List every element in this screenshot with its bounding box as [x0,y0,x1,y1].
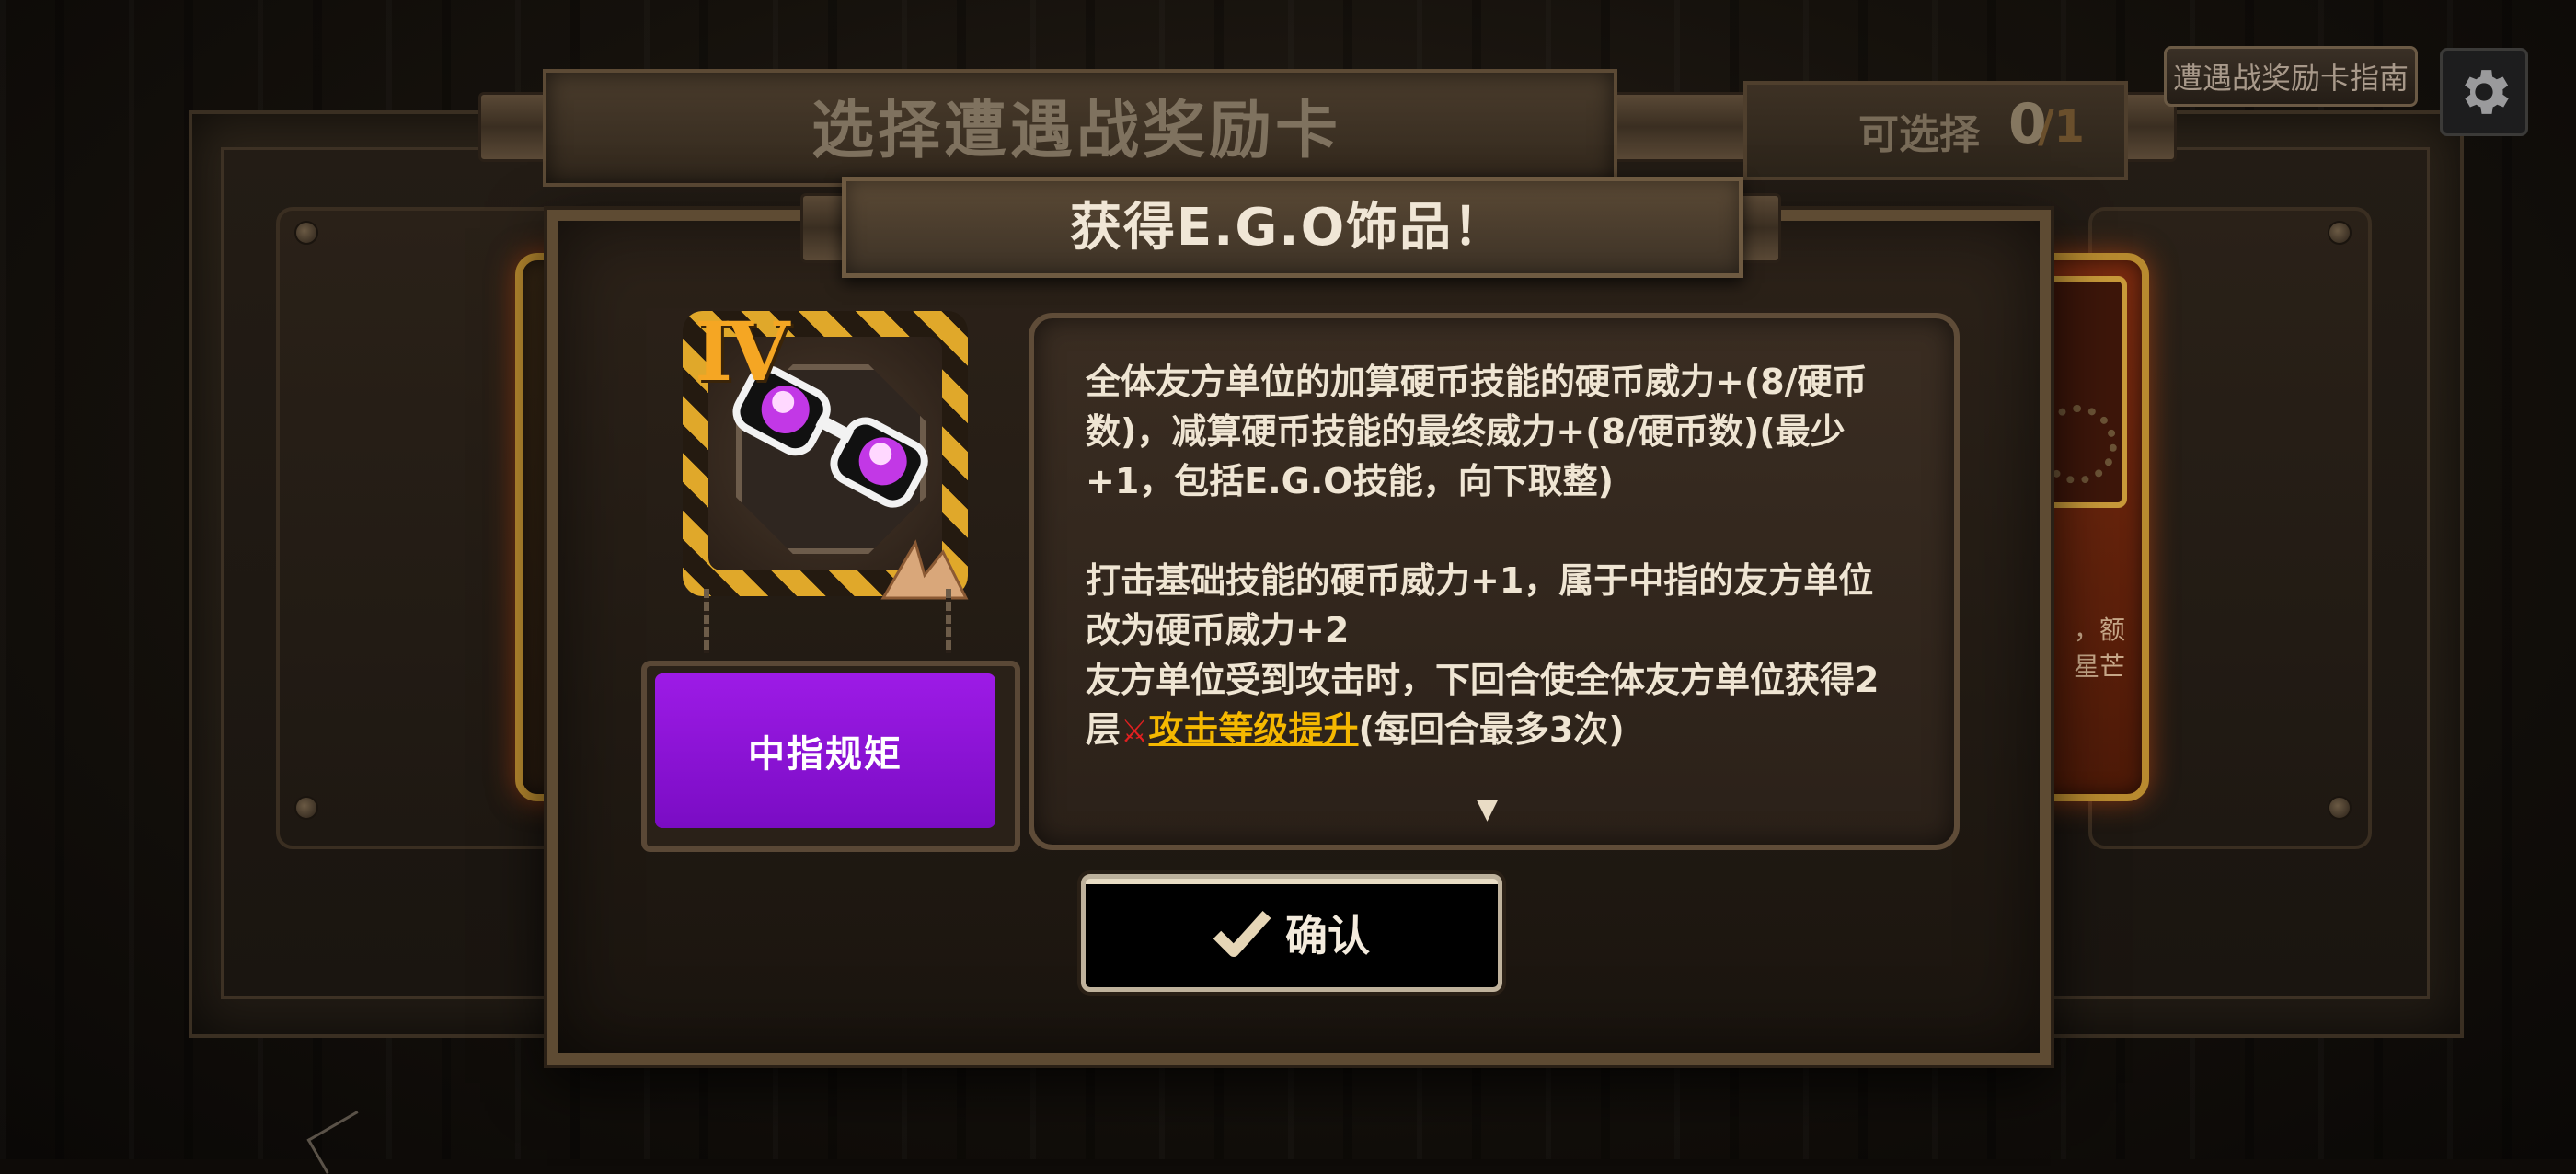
description-paragraph-3: 友方单位受到攻击时，下回合使全体友方单位获得2层⚔攻击等级提升(每回合最多3次) [1086,655,1895,756]
screw-icon [2328,796,2352,820]
total-count: /1 [2038,101,2085,153]
dialog-title: 获得E.G.O饰品！ [1069,197,1507,258]
selectable-label: 可选择 [1858,111,1980,158]
description-paragraph-2: 打击基础技能的硬币威力+1，属于中指的友方单位改为硬币威力+2 [1086,560,1874,650]
chain-decoration [946,589,951,653]
confirm-button[interactable]: 确认 [1081,874,1502,992]
settings-button[interactable] [2440,48,2528,136]
attack-level-up-icon: ⚔ [1121,713,1149,750]
rank-flame-icon [880,539,969,600]
description-text: (每回合最多3次) [1358,709,1625,750]
chain-decoration [704,589,709,653]
header-pipe [1605,92,1758,162]
screw-icon [294,221,318,245]
screw-icon [294,796,318,820]
screw-icon [2328,221,2352,245]
ego-description: 全体友方单位的加算硬币技能的硬币威力+(8/硬币数)，减算硬币技能的最终威力+(… [1086,357,1895,756]
scroll-down-icon[interactable]: ▼ [1477,793,1498,825]
page-title: 选择遭遇战奖励卡 [811,94,1341,167]
guide-button[interactable]: 遭遇战奖励卡指南 [2164,46,2418,107]
gear-icon [2465,70,2509,114]
description-paragraph-1: 全体友方单位的加算硬币技能的硬币威力+(8/硬币数)，减算硬币技能的最终威力+(… [1086,362,1868,501]
confirm-label: 确认 [1285,911,1370,961]
ego-name: 中指规矩 [655,673,995,828]
keyword-attack-level-up[interactable]: 攻击等级提升 [1149,709,1359,750]
checkmark-icon [1213,910,1271,957]
ego-tier-label: IV [695,304,789,399]
